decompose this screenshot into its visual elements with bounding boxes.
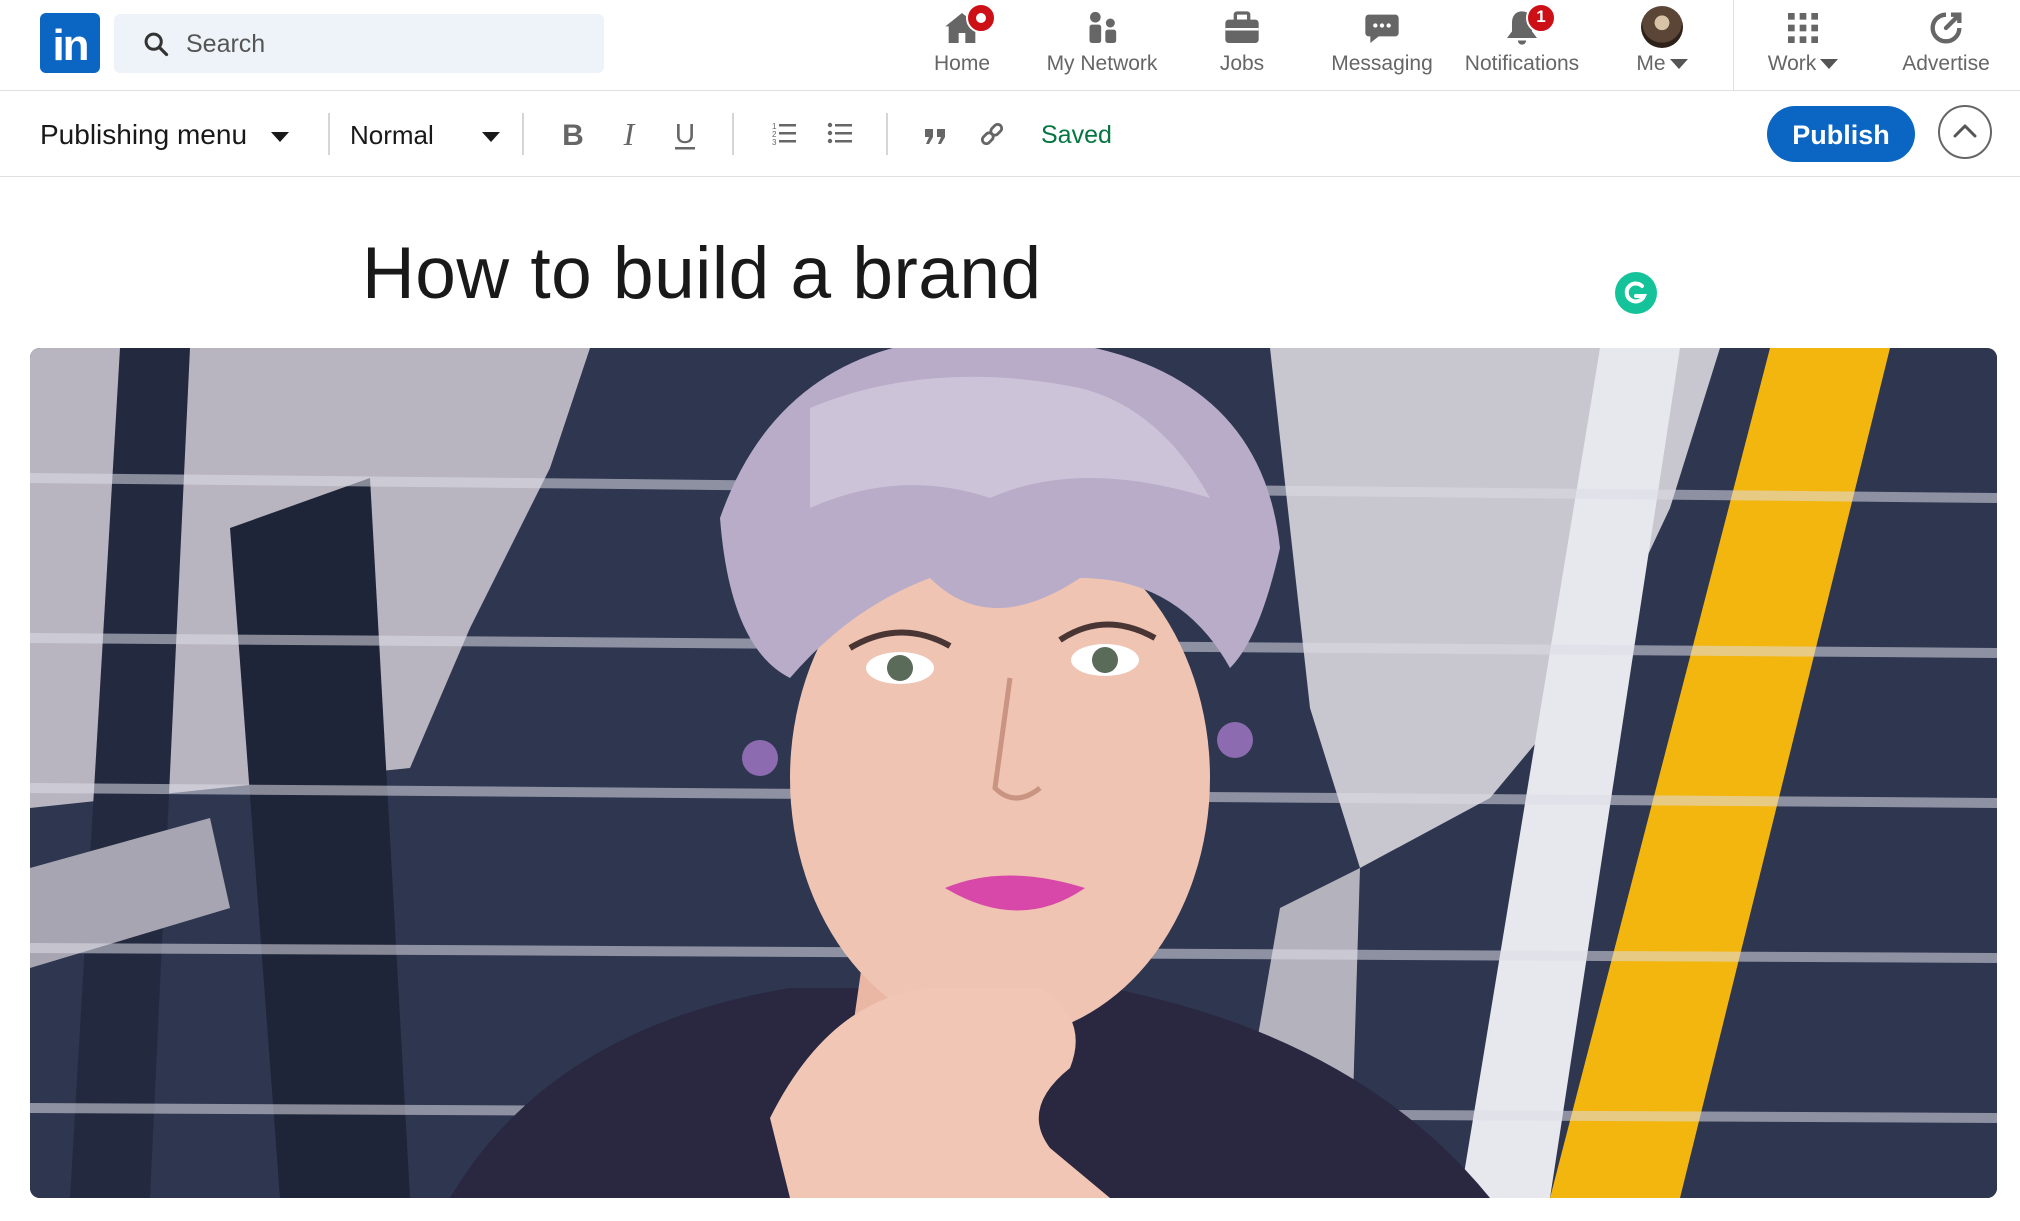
nav-advertise[interactable]: Advertise [1896,0,1996,90]
save-status: Saved [1041,121,1112,149]
nav-messaging[interactable]: Messaging [1330,0,1434,90]
grammarly-g-icon [1624,281,1648,304]
underline-icon: U [675,118,695,150]
advertise-icon [1930,12,1962,44]
bold-button[interactable]: B [553,113,593,155]
nav-messaging-label: Messaging [1331,52,1433,75]
search-input[interactable] [184,14,588,75]
link-button[interactable] [972,113,1012,155]
toolbar-divider [886,113,888,155]
nav-work[interactable]: Work [1758,0,1848,90]
italic-icon: I [623,116,636,152]
collapse-toolbar-button[interactable] [1938,105,1992,159]
chevron-down-icon [1820,59,1839,70]
bold-icon: B [562,119,584,152]
home-activity-dot [966,3,996,33]
bulleted-list-button[interactable] [820,113,860,155]
chevron-up-icon [1953,124,1977,138]
people-icon [1089,11,1117,43]
global-nav: in Home My Network Jobs Messaging 1 Noti… [0,0,2020,91]
grammarly-icon[interactable] [1615,272,1657,314]
svg-text:3: 3 [772,138,777,147]
underline-button[interactable]: U [665,113,705,155]
chevron-down-icon [271,131,290,142]
svg-text:I: I [623,116,636,152]
editor-toolbar: Publishing menu Normal B I U 1 2 3 Saved… [0,91,2020,177]
numbered-list-button[interactable]: 1 2 3 [764,113,804,155]
nav-home-label: Home [933,52,991,75]
quote-icon [925,129,945,144]
svg-text:B: B [562,119,584,152]
nav-jobs-label: Jobs [1219,52,1265,75]
cover-image[interactable] [30,348,1997,1198]
toolbar-divider [522,113,524,155]
notifications-count-badge: 1 [1526,3,1556,33]
link-icon [980,122,1004,146]
italic-button[interactable]: I [609,113,649,155]
toolbar-divider [328,113,330,155]
nav-my-network-label: My Network [1046,52,1158,75]
publishing-menu-dropdown[interactable]: Publishing menu [40,91,290,176]
chevron-down-icon [481,132,500,143]
publish-button[interactable]: Publish [1767,106,1915,162]
svg-text:U: U [675,118,695,149]
quote-button[interactable] [916,113,956,155]
nav-work-label-wrap: Work [1758,52,1848,76]
nav-my-network[interactable]: My Network [1040,0,1164,90]
nav-divider [1733,0,1734,90]
nav-advertise-label: Advertise [1902,52,1990,75]
article-title[interactable]: How to build a brand [362,232,1042,315]
text-style-select[interactable]: Normal [350,91,500,176]
avatar [1641,6,1683,48]
linkedin-logo[interactable]: in [40,13,100,73]
grid-icon [1788,13,1818,43]
publishing-menu-label: Publishing menu [40,119,248,150]
nav-work-label: Work [1767,52,1817,75]
search-icon [144,32,169,57]
nav-me-label-wrap: Me [1620,52,1704,76]
numbered-list-icon: 1 2 3 [772,122,796,147]
message-icon [1365,14,1399,43]
nav-jobs[interactable]: Jobs [1202,0,1282,90]
nav-notifications-label: Notifications [1464,52,1580,75]
bulleted-list-icon [827,122,852,144]
text-style-value: Normal [350,120,434,150]
nav-me[interactable]: Me [1620,0,1704,90]
nav-home[interactable]: Home [922,0,1002,90]
nav-me-label: Me [1636,52,1666,75]
nav-notifications[interactable]: 1 Notifications [1462,0,1582,90]
chevron-down-icon [1669,59,1688,70]
briefcase-icon [1225,11,1259,43]
toolbar-divider [732,113,734,155]
cover-photo [30,348,1997,1198]
search-bar[interactable] [114,14,604,75]
